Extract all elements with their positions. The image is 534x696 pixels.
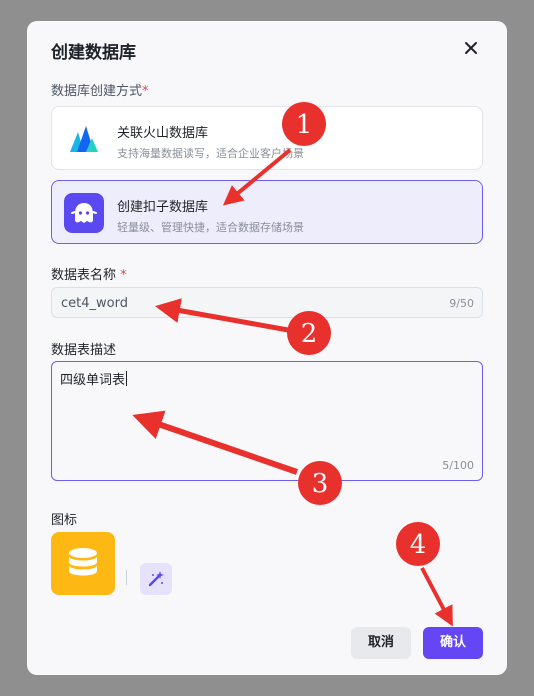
cancel-button[interactable]: 取消 (351, 627, 411, 659)
volcano-logo-icon (64, 119, 104, 159)
required-mark: * (120, 268, 127, 283)
divider (126, 570, 127, 585)
option-title: 创建扣子数据库 (117, 200, 209, 215)
table-description-value: 四级单词表 (60, 371, 128, 388)
table-description-label: 数据表描述 (51, 343, 117, 358)
magic-wand-icon[interactable] (140, 563, 172, 595)
table-description-textarea[interactable]: 四级单词表 5/100 (51, 361, 483, 481)
create-database-dialog: 创建数据库 数据库创建方式* 关联火山数据库 支持海量数据读写，适合企业客户场景 (27, 21, 507, 675)
coze-logo-icon (64, 193, 104, 233)
confirm-button[interactable]: 确认 (423, 627, 483, 659)
option-title: 关联火山数据库 (117, 126, 209, 141)
creation-method-label: 数据库创建方式* (51, 84, 149, 99)
table-name-value: cet4_word (61, 296, 128, 311)
database-icon[interactable] (51, 532, 115, 595)
icon-label: 图标 (51, 513, 78, 528)
table-name-label: 数据表名称 * (51, 268, 127, 283)
option-description: 轻量级、管理快捷，适合数据存储场景 (117, 221, 304, 234)
table-name-input[interactable]: cet4_word 9/50 (51, 287, 483, 318)
option-coze-database[interactable]: 创建扣子数据库 轻量级、管理快捷，适合数据存储场景 (51, 180, 483, 244)
option-description: 支持海量数据读写，适合企业客户场景 (117, 147, 304, 160)
required-mark: * (142, 84, 149, 99)
option-volcano-database[interactable]: 关联火山数据库 支持海量数据读写，适合企业客户场景 (51, 106, 483, 170)
table-name-counter: 9/50 (449, 297, 474, 310)
table-description-counter: 5/100 (442, 459, 474, 472)
close-icon[interactable] (461, 38, 481, 58)
dialog-title: 创建数据库 (51, 43, 136, 63)
